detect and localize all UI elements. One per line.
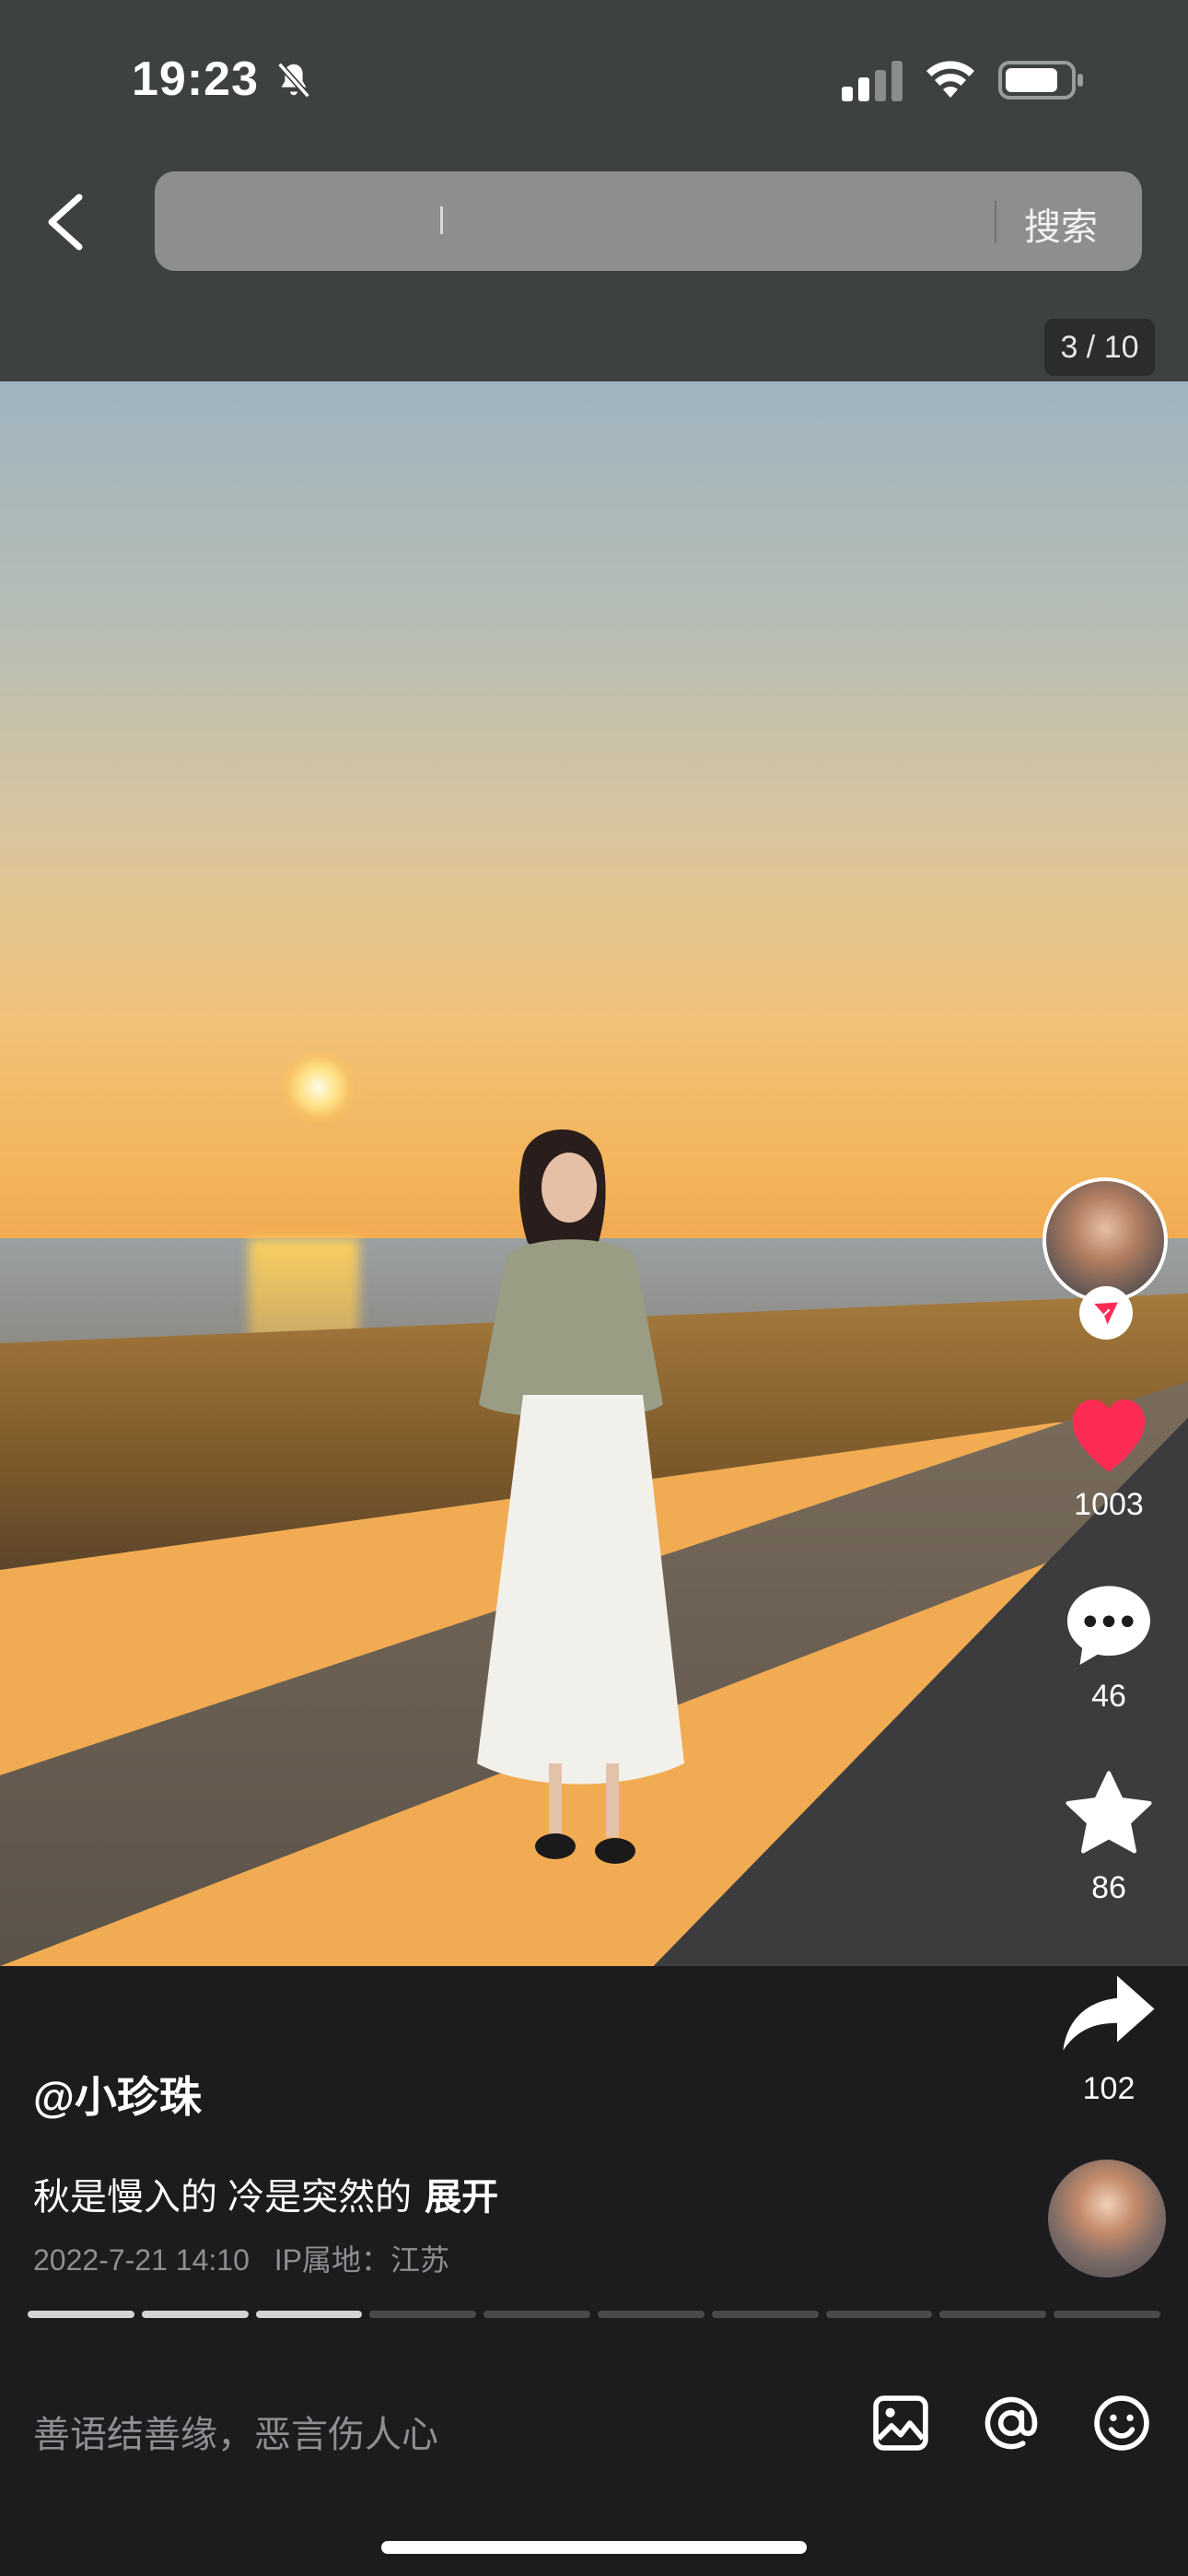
music-disc-avatar[interactable] — [1048, 2160, 1166, 2277]
status-bar: 19:23 — [0, 0, 1188, 157]
wifi-icon — [926, 61, 974, 98]
favorite-count: 86 — [1091, 1870, 1126, 1905]
search-divider — [995, 201, 996, 243]
search-button[interactable]: 搜索 — [1024, 197, 1098, 251]
person-figure — [477, 1129, 684, 1864]
post-location: IP属地：江苏 — [274, 2243, 449, 2277]
image-icon[interactable] — [869, 2392, 932, 2454]
battery-icon — [998, 61, 1083, 100]
like-count: 1003 — [1074, 1487, 1144, 1522]
back-button[interactable] — [42, 193, 90, 251]
home-indicator — [381, 2541, 807, 2554]
mention-icon[interactable] — [980, 2392, 1042, 2454]
plane-icon — [1094, 1302, 1118, 1325]
post-date: 2022-7-21 14:10 — [33, 2243, 250, 2277]
text-cursor — [440, 206, 443, 234]
like-icon[interactable] — [1059, 1388, 1159, 1476]
progress-segment — [369, 2311, 477, 2318]
progress-segment — [255, 2311, 363, 2318]
emoji-icon[interactable] — [1090, 2392, 1153, 2454]
progress-segment — [483, 2311, 590, 2318]
progress-segment — [711, 2311, 819, 2318]
gallery-progress — [28, 2311, 1160, 2318]
image-counter: 3 / 10 — [1044, 319, 1155, 376]
progress-segment — [939, 2311, 1047, 2318]
progress-segment — [141, 2311, 249, 2318]
bell-slash-icon — [277, 62, 310, 99]
progress-segment — [825, 2311, 933, 2318]
signal-icon — [842, 61, 903, 101]
share-icon[interactable] — [1059, 1972, 1159, 2055]
follow-button[interactable] — [1079, 1286, 1133, 1340]
share-count: 102 — [1082, 2071, 1136, 2106]
expand-link[interactable]: 展开 — [425, 2177, 498, 2218]
author-avatar[interactable] — [1042, 1177, 1168, 1303]
username[interactable]: @小珍珠 — [33, 2064, 202, 2125]
sun — [282, 1050, 355, 1124]
status-time: 19:23 — [132, 53, 259, 106]
comment-icon[interactable] — [1059, 1577, 1159, 1669]
search-bar[interactable]: 搜索 — [155, 171, 1142, 271]
comment-count: 46 — [1091, 1679, 1126, 1714]
caption-text: 秋是慢入的 冷是突然的 — [33, 2177, 413, 2218]
post-meta: 2022-7-21 14:10 IP属地：江苏 — [33, 2237, 449, 2279]
post-photo[interactable] — [0, 381, 1188, 1966]
progress-segment — [597, 2311, 705, 2318]
progress-segment — [1054, 2311, 1160, 2318]
progress-segment — [28, 2311, 134, 2318]
post-caption: 秋是慢入的 冷是突然的 展开 — [33, 2167, 498, 2220]
comment-input[interactable]: 善语结善缘，恶言伤人心 — [33, 2405, 438, 2458]
star-icon[interactable] — [1059, 1767, 1159, 1859]
